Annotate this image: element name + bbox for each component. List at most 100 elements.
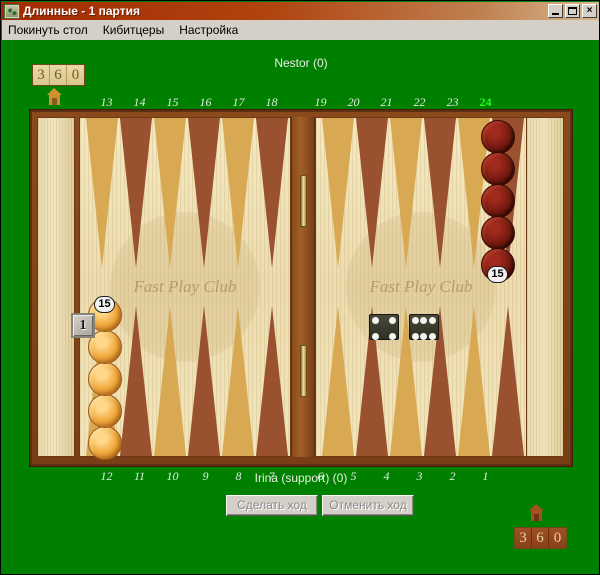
light-checker-count-badge: 15 — [94, 296, 115, 313]
window-title: Длинные - 1 партия — [23, 4, 140, 18]
title-bar: Длинные - 1 партия × — [2, 2, 599, 20]
hinge-icon — [300, 345, 307, 397]
maximize-button[interactable] — [565, 4, 580, 18]
point-number: 14 — [133, 95, 146, 109]
die-pip-empty — [380, 325, 387, 332]
point-11[interactable] — [120, 306, 152, 456]
die-pip — [372, 333, 380, 340]
point-number: 22 — [413, 95, 426, 109]
point-21[interactable] — [390, 118, 422, 268]
point-number: 15 — [166, 95, 179, 109]
point-16[interactable] — [188, 118, 220, 268]
die-pip-empty — [429, 325, 436, 332]
point-number: 3 — [416, 469, 423, 483]
die-pip — [420, 317, 428, 324]
point-number: 7 — [268, 469, 275, 483]
menu-item-leave-table[interactable]: Покинуть стол — [8, 21, 97, 39]
bottom-point-numbers: 12 11 10 9 8 7 6 5 4 3 2 1 — [90, 469, 502, 483]
minimize-button[interactable] — [548, 4, 563, 18]
point-number: 13 — [100, 95, 113, 109]
die-pip-empty — [412, 325, 419, 332]
menu-item-settings[interactable]: Настройка — [179, 21, 247, 39]
bottom-pip-counter: 3 6 0 — [514, 527, 567, 549]
pip-digit: 6 — [50, 65, 67, 85]
point-number: 17 — [232, 95, 245, 109]
point-6[interactable] — [322, 306, 354, 456]
close-button[interactable]: × — [582, 4, 597, 18]
pip-digit: 3 — [515, 528, 532, 548]
point-number: 9 — [202, 469, 209, 483]
bear-off-tray-left[interactable] — [37, 117, 75, 457]
top-point-numbers: 13 14 15 16 17 18 19 20 21 22 23 24 — [90, 95, 502, 109]
pip-digit: 3 — [33, 65, 50, 85]
point-18[interactable] — [256, 118, 288, 268]
bear-off-tray-right[interactable] — [526, 117, 564, 457]
point-1[interactable] — [492, 306, 524, 456]
checker-dark[interactable] — [481, 152, 515, 186]
hinge-icon — [300, 175, 307, 227]
checker-light[interactable] — [88, 426, 122, 460]
die-pip-empty — [389, 325, 396, 332]
point-number: 12 — [100, 469, 113, 483]
top-pip-counter: 3 6 0 — [32, 64, 85, 86]
point-17[interactable] — [222, 118, 254, 268]
backgammon-board[interactable]: Fast Play Club Fast Play Club 15 15 1 — [30, 110, 572, 466]
checker-light[interactable] — [88, 362, 122, 396]
board-center-bar — [291, 117, 315, 457]
point-number: 11 — [133, 469, 146, 483]
pip-digit: 0 — [549, 528, 566, 548]
window-controls: × — [548, 4, 599, 18]
pip-digit: 6 — [532, 528, 549, 548]
point-number: 8 — [235, 469, 242, 483]
point-20[interactable] — [356, 118, 388, 268]
undo-move-button[interactable]: Отменить ход — [322, 495, 414, 516]
checker-dark[interactable] — [481, 216, 515, 250]
menu-item-kibitzers[interactable]: Кибитцеры — [103, 21, 173, 39]
point-number: 16 — [199, 95, 212, 109]
die-pip — [388, 333, 396, 340]
point-number: 18 — [265, 95, 278, 109]
home-icon — [529, 504, 544, 521]
checker-dark[interactable] — [481, 184, 515, 218]
die-pip — [412, 317, 420, 324]
top-player-label: Nestor (0) — [274, 56, 328, 70]
point-7[interactable] — [256, 306, 288, 456]
point-15[interactable] — [154, 118, 186, 268]
dark-checker-count-badge: 15 — [487, 266, 508, 283]
die-left[interactable] — [369, 314, 399, 340]
point-9[interactable] — [188, 306, 220, 456]
point-14[interactable] — [120, 118, 152, 268]
point-19[interactable] — [322, 118, 354, 268]
die-pip — [420, 333, 428, 340]
point-number: 1 — [482, 469, 489, 483]
menu-bar: Покинуть стол Кибитцеры Настройка — [2, 20, 599, 40]
die-pip — [388, 317, 396, 324]
table-felt: Nestor (0) Irina (support) (0) 3 6 0 3 6… — [2, 40, 599, 574]
point-number: 21 — [380, 95, 393, 109]
point-number: 19 — [314, 95, 327, 109]
point-number: 23 — [446, 95, 459, 109]
point-10[interactable] — [154, 306, 186, 456]
die-pip-empty — [420, 325, 427, 332]
game-board-icon — [4, 3, 20, 19]
close-icon: × — [586, 5, 593, 16]
checker-light[interactable] — [88, 394, 122, 428]
point-number: 6 — [317, 469, 324, 483]
die-pip — [412, 333, 420, 340]
doubling-cube[interactable]: 1 — [71, 313, 95, 338]
point-2[interactable] — [458, 306, 490, 456]
die-pip-empty — [380, 317, 387, 324]
point-number: 4 — [383, 469, 390, 483]
pip-digit: 0 — [67, 65, 84, 85]
make-move-button[interactable]: Сделать ход — [226, 495, 318, 516]
point-number: 5 — [350, 469, 357, 483]
point-22[interactable] — [424, 118, 456, 268]
die-pip-empty — [380, 333, 387, 340]
checker-dark[interactable] — [481, 120, 515, 154]
die-right[interactable] — [409, 314, 439, 340]
point-8[interactable] — [222, 306, 254, 456]
die-pip — [428, 317, 436, 324]
home-icon — [47, 88, 62, 105]
point-number: 2 — [449, 469, 456, 483]
point-13[interactable] — [86, 118, 118, 268]
